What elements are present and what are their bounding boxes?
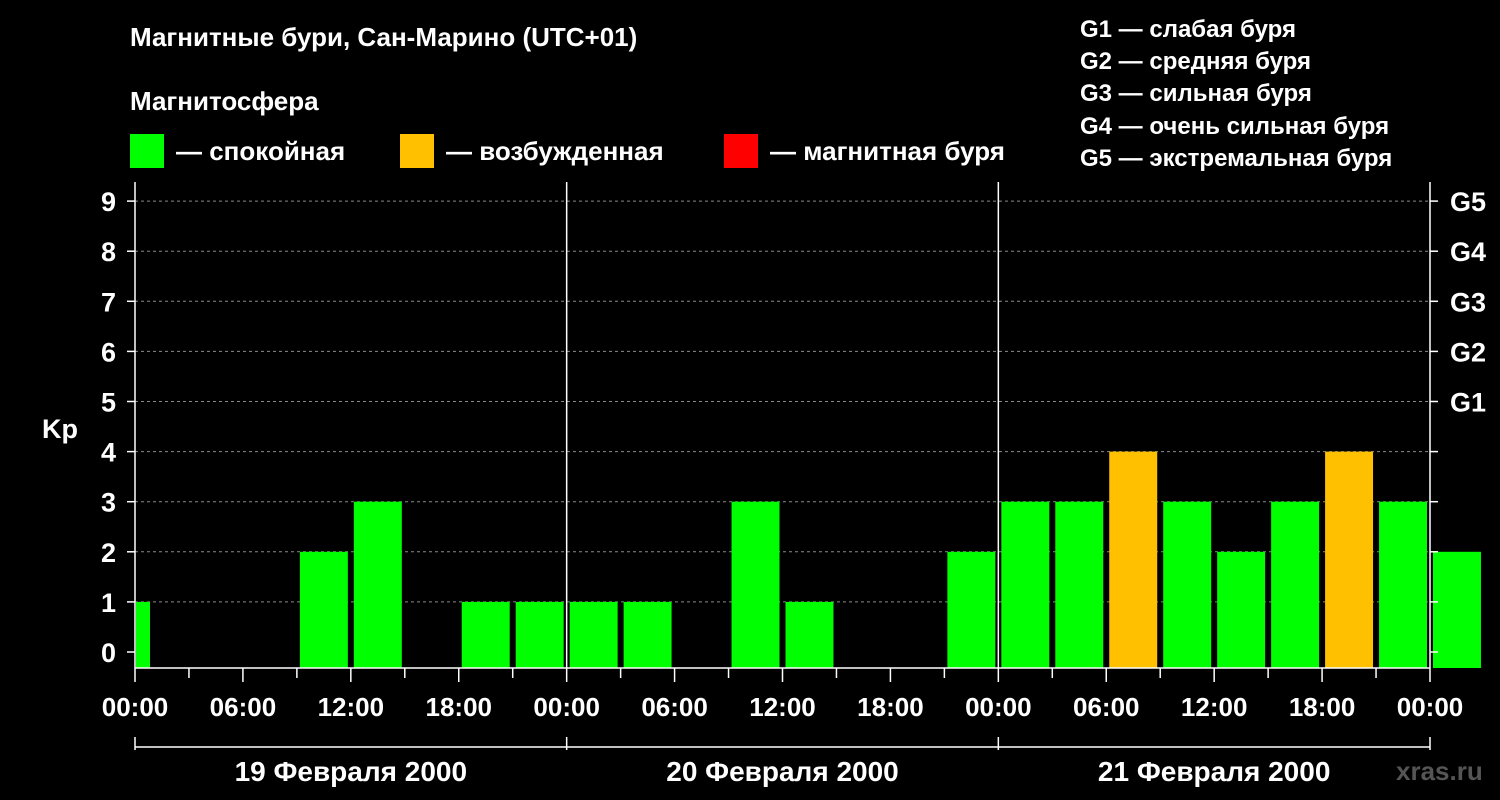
kp-bar (1325, 451, 1374, 668)
kp-bar (947, 551, 996, 668)
g-level-label: G2 (1450, 337, 1486, 367)
g-level-label: G4 (1450, 237, 1486, 267)
x-tick-label: 18:00 (1289, 692, 1356, 722)
x-tick-label: 12:00 (1181, 692, 1248, 722)
x-tick-label: 06:00 (210, 692, 277, 722)
kp-bar (569, 601, 618, 668)
x-tick-label: 18:00 (857, 692, 924, 722)
kp-bar (785, 601, 834, 668)
watermark: xras.ru (1396, 756, 1483, 786)
y-tick-label: 0 (101, 638, 116, 668)
x-tick-label: 00:00 (533, 692, 600, 722)
g-level-label: G1 (1450, 388, 1486, 418)
y-tick-label: 2 (101, 538, 116, 568)
kp-bar (1163, 501, 1212, 668)
kp-bar (623, 601, 672, 668)
x-tick-label: 00:00 (102, 692, 169, 722)
kp-bar (1433, 551, 1481, 668)
x-tick-label: 06:00 (1073, 692, 1140, 722)
kp-bar (461, 601, 510, 668)
y-tick-label: 1 (101, 588, 116, 618)
y-tick-label: 9 (101, 187, 116, 217)
kp-bar (1379, 501, 1427, 668)
y-tick-label: 8 (101, 237, 116, 267)
g-level-label: G3 (1450, 287, 1486, 317)
kp-bar (299, 551, 348, 668)
day-label: 20 Февраля 2000 (666, 756, 898, 787)
kp-bar (1001, 501, 1050, 668)
kp-bar (1271, 501, 1320, 668)
y-axis-label: Kp (42, 414, 78, 444)
kp-chart: 0 1 2 3 4 5 6 7 8 9 Kp G1 G2 G3 G4 G5 00:00 06:00 12:00 18:… (42, 182, 1486, 787)
kp-bar (731, 501, 780, 668)
x-tick-label: 12:00 (749, 692, 816, 722)
y-tick-label: 4 (101, 438, 116, 468)
x-tick-label: 18:00 (426, 692, 493, 722)
kp-bar (1217, 551, 1266, 668)
kp-bar (353, 501, 402, 668)
x-tick-label: 00:00 (965, 692, 1032, 722)
x-tick-label: 00:00 (1397, 692, 1464, 722)
day-label: 21 Февраля 2000 (1098, 756, 1330, 787)
kp-bar (136, 601, 150, 668)
day-label: 19 Февраля 2000 (235, 756, 467, 787)
y-tick-label: 6 (101, 337, 116, 367)
x-tick-label: 06:00 (641, 692, 708, 722)
y-tick-label: 7 (101, 287, 116, 317)
y-tick-label: 3 (101, 488, 116, 518)
x-tick-label: 12:00 (318, 692, 385, 722)
kp-bar (1109, 451, 1158, 668)
y-tick-label: 5 (101, 388, 116, 418)
kp-bar (515, 601, 564, 668)
kp-bar (1055, 501, 1104, 668)
g-level-label: G5 (1450, 187, 1486, 217)
